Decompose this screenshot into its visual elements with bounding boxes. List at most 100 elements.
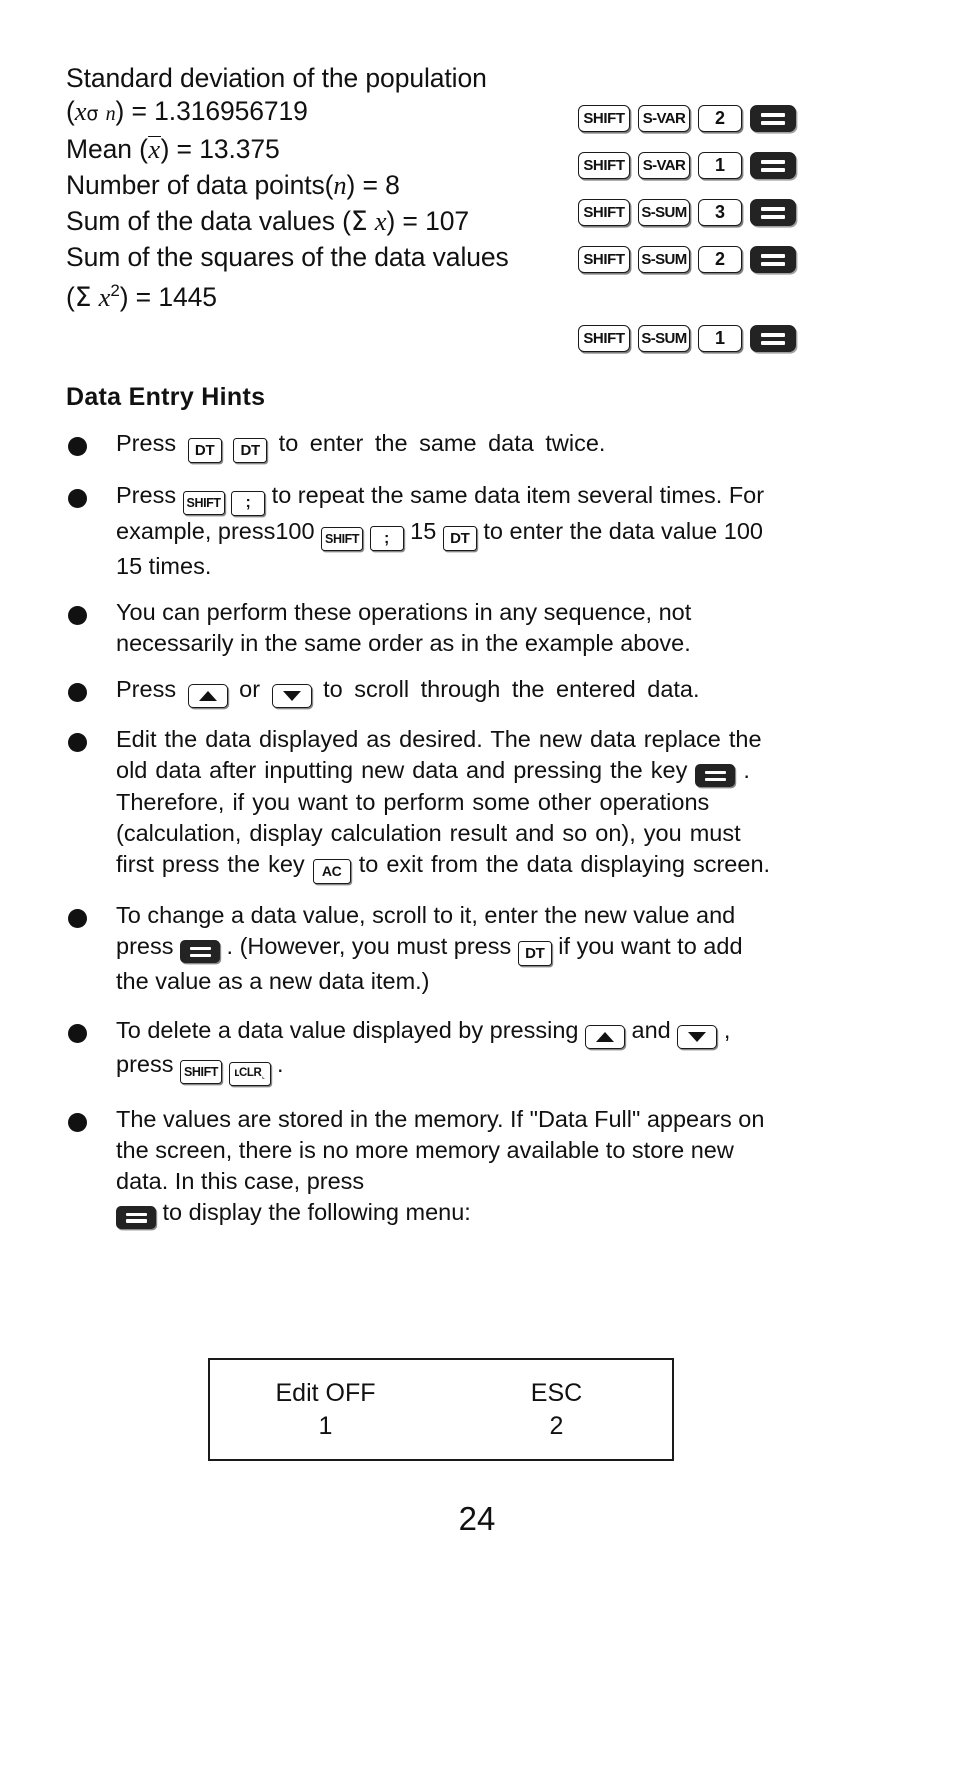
s-sum-key[interactable]: S-SUM bbox=[638, 246, 690, 273]
bullet-icon bbox=[68, 908, 87, 928]
arrow-down-key[interactable] bbox=[271, 684, 312, 708]
hint-change-value: To change a data value, scroll to it, en… bbox=[64, 900, 776, 997]
key-sequence-row-std-dev: SHIFT S-VAR 2 bbox=[578, 100, 878, 137]
section-heading: Data Entry Hints bbox=[66, 383, 266, 411]
hint-text: You can perform these operations in any … bbox=[116, 599, 692, 656]
shift-key[interactable]: SHIFT bbox=[578, 325, 630, 352]
equals-icon bbox=[761, 253, 785, 266]
dt-key[interactable]: DT bbox=[187, 438, 222, 463]
key-sequence-column: SHIFT S-VAR 2 SHIFT S-VAR 1 SHIFT S-SUM … bbox=[578, 62, 878, 357]
hint-press-shift-semicolon: Press SHIFT ; to repeat the same data it… bbox=[64, 480, 776, 582]
hint-text: The values are stored in the memory. If … bbox=[116, 1106, 764, 1230]
arrow-up-icon bbox=[198, 691, 217, 701]
bullet-icon bbox=[68, 733, 87, 752]
result-value-count: 8 bbox=[385, 170, 400, 200]
data-full-menu-box: Edit OFF 1 ESC 2 bbox=[208, 1358, 674, 1461]
mean-x-bar: x bbox=[147, 134, 161, 164]
hint-text: To change a data value, scroll to it, en… bbox=[116, 901, 743, 994]
key-sequence-row-sum-squares: SHIFT S-SUM 1 bbox=[578, 320, 878, 357]
key-sequence-row-mean: SHIFT S-VAR 1 bbox=[578, 147, 878, 184]
equals-key[interactable] bbox=[750, 199, 796, 226]
equals-key[interactable] bbox=[116, 1206, 156, 1230]
dt-key[interactable]: DT bbox=[517, 940, 552, 966]
dt-key[interactable]: DT bbox=[442, 525, 477, 551]
menu-item-esc[interactable]: ESC 2 bbox=[441, 1360, 672, 1459]
menu-item-number: 2 bbox=[549, 1411, 564, 1440]
number-key-1[interactable]: 1 bbox=[698, 152, 742, 179]
hint-text: Press DT DT to enter the same data twice… bbox=[116, 430, 605, 463]
bullet-icon bbox=[68, 437, 87, 456]
arrow-up-icon bbox=[596, 1031, 615, 1042]
clr-key[interactable]: ʟ CLR ˻ bbox=[228, 1061, 271, 1086]
manual-page: Standard deviation of the population (xσ… bbox=[0, 0, 954, 1789]
equals-key[interactable] bbox=[695, 764, 736, 788]
result-label-std-dev: Standard deviation of the population bbox=[66, 63, 487, 93]
menu-item-label: ESC bbox=[530, 1378, 583, 1407]
number-key-2[interactable]: 2 bbox=[698, 105, 742, 132]
arrow-up-key[interactable] bbox=[187, 684, 228, 708]
result-formula-std-dev: (xσ n) = 1.316956719 bbox=[66, 96, 308, 126]
number-key-2[interactable]: 2 bbox=[698, 246, 742, 273]
bullet-icon bbox=[68, 1112, 87, 1132]
hint-data-full: The values are stored in the memory. If … bbox=[64, 1104, 776, 1230]
hint-text: Press or to scroll through the entered d… bbox=[116, 676, 700, 708]
equals-icon bbox=[761, 206, 785, 219]
data-entry-hints-list: Press DT DT to enter the same data twice… bbox=[64, 428, 776, 1246]
hint-delete-value: To delete a data value displayed by pres… bbox=[64, 1015, 776, 1086]
equals-key[interactable] bbox=[180, 940, 220, 964]
hint-press-dt-dt: Press DT DT to enter the same data twice… bbox=[64, 428, 776, 463]
page-number: 24 bbox=[458, 1500, 496, 1537]
result-value-mean: 13.375 bbox=[199, 134, 280, 164]
equals-key[interactable] bbox=[750, 105, 796, 132]
result-formula-sum-squares: (Σ x2) = 1445 bbox=[66, 281, 217, 313]
shift-key[interactable]: SHIFT bbox=[578, 105, 630, 132]
equals-key[interactable] bbox=[750, 325, 796, 352]
s-var-key[interactable]: S-VAR bbox=[638, 152, 690, 179]
result-value-sum-squares: 1445 bbox=[158, 281, 217, 312]
result-value-std-dev: 1.316956719 bbox=[154, 96, 308, 126]
equals-icon bbox=[761, 112, 785, 125]
semicolon-key[interactable]: ; bbox=[369, 526, 404, 551]
dt-key[interactable]: DT bbox=[233, 438, 268, 463]
semicolon-key[interactable]: ; bbox=[231, 490, 266, 516]
equals-key[interactable] bbox=[750, 246, 796, 273]
shift-key[interactable]: SHIFT bbox=[578, 152, 630, 179]
hint-text: Press SHIFT ; to repeat the same data it… bbox=[116, 482, 765, 579]
hint-text: Edit the data displayed as desired. The … bbox=[116, 726, 770, 884]
hint-scroll-arrows: Press or to scroll through the entered d… bbox=[64, 674, 776, 708]
equals-icon bbox=[761, 159, 785, 172]
key-sequence-row-count: SHIFT S-SUM 3 bbox=[578, 194, 878, 231]
key-sequence-row-sum: SHIFT S-SUM 2 bbox=[578, 241, 878, 278]
menu-item-label: Edit OFF bbox=[275, 1378, 376, 1407]
arrow-down-icon bbox=[688, 1031, 707, 1042]
menu-item-number: 1 bbox=[318, 1411, 333, 1440]
bullet-icon bbox=[68, 1023, 87, 1043]
hint-any-sequence: You can perform these operations in any … bbox=[64, 597, 776, 659]
shift-key[interactable]: SHIFT bbox=[578, 246, 630, 273]
arrow-down-key[interactable] bbox=[677, 1024, 718, 1049]
shift-key[interactable]: SHIFT bbox=[180, 1060, 222, 1085]
bullet-icon bbox=[68, 683, 87, 702]
equals-icon bbox=[761, 332, 785, 345]
number-key-1[interactable]: 1 bbox=[698, 325, 742, 352]
shift-key[interactable]: SHIFT bbox=[182, 491, 225, 516]
equals-icon bbox=[704, 770, 726, 781]
arrow-up-key[interactable] bbox=[585, 1024, 626, 1049]
s-sum-key[interactable]: S-SUM bbox=[638, 199, 690, 226]
shift-key[interactable]: SHIFT bbox=[321, 526, 364, 551]
equals-icon bbox=[189, 946, 211, 957]
s-var-key[interactable]: S-VAR bbox=[638, 105, 690, 132]
hint-edit-data: Edit the data displayed as desired. The … bbox=[64, 724, 776, 884]
shift-key[interactable]: SHIFT bbox=[578, 199, 630, 226]
equals-key[interactable] bbox=[750, 152, 796, 179]
ac-key[interactable]: AC bbox=[312, 858, 351, 884]
s-sum-key[interactable]: S-SUM bbox=[638, 325, 690, 352]
number-key-3[interactable]: 3 bbox=[698, 199, 742, 226]
hint-text: To delete a data value displayed by pres… bbox=[116, 1017, 730, 1086]
equals-icon bbox=[125, 1212, 147, 1223]
result-value-sum: 107 bbox=[425, 206, 469, 236]
menu-item-edit-off[interactable]: Edit OFF 1 bbox=[210, 1360, 441, 1459]
bullet-icon bbox=[68, 489, 87, 508]
arrow-down-icon bbox=[282, 691, 301, 701]
bullet-icon bbox=[68, 606, 87, 625]
